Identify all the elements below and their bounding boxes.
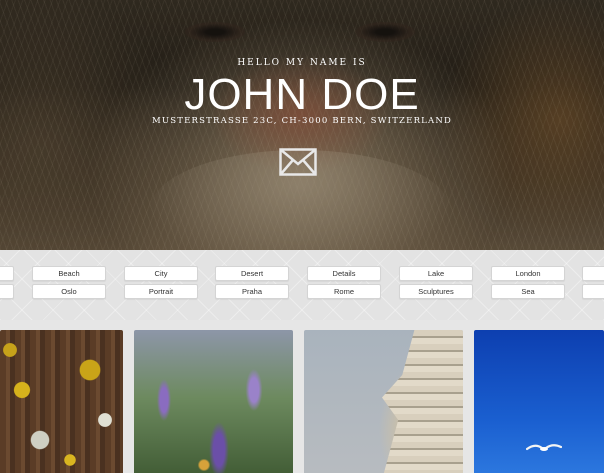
filter-tag-beach[interactable]: Beach [32,266,106,281]
seagull-icon [526,444,562,451]
hero-name: JOHN DOE [184,70,420,119]
photo-gallery [0,320,604,473]
filter-tag-partial-left[interactable] [0,266,14,281]
filter-tag-desert[interactable]: Desert [215,266,289,281]
hero-header: HELLO MY NAME IS JOHN DOE MUSTERSTRASSE … [0,0,604,250]
filter-tag-details[interactable]: Details [307,266,381,281]
filter-tag-sculptures[interactable]: Sculptures [399,284,473,299]
gallery-photo-lavender[interactable] [134,330,293,473]
filter-tag-praha[interactable]: Praha [215,284,289,299]
filter-tag-partial-left-2[interactable] [0,284,14,299]
hero-intro: HELLO MY NAME IS [237,58,367,68]
filter-bar: Beach City Desert Details Lake London Os… [0,250,604,320]
gallery-photo-lichen[interactable] [0,330,123,473]
filter-tag-oslo[interactable]: Oslo [32,284,106,299]
envelope-icon[interactable] [279,148,317,176]
filter-tag-partial-right[interactable] [582,266,604,281]
filter-tag-rome[interactable]: Rome [307,284,381,299]
gallery-photo-cathedral[interactable] [304,330,463,473]
gallery-photo-seagull[interactable] [474,330,604,473]
filter-tag-city[interactable]: City [124,266,198,281]
filter-tag-portrait[interactable]: Portrait [124,284,198,299]
filter-tag-sea[interactable]: Sea [491,284,565,299]
cathedral-stonework [382,330,463,473]
filter-tag-partial-right-2[interactable] [582,284,604,299]
hero-address: MUSTERSTRASSE 23C, CH-3000 BERN, SWITZER… [151,116,453,126]
filter-tag-london[interactable]: London [491,266,565,281]
filter-tag-lake[interactable]: Lake [399,266,473,281]
